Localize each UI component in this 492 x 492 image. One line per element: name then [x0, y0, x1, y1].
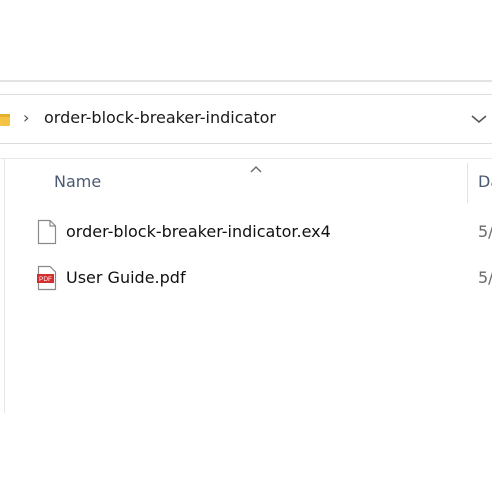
column-header-name[interactable]: Name: [54, 171, 101, 193]
file-date-modified: 5/: [478, 222, 492, 241]
breadcrumb-current-folder[interactable]: order-block-breaker-indicator: [44, 107, 276, 129]
file-row[interactable]: order-block-breaker-indicator.ex4 5/: [30, 215, 492, 251]
sort-ascending-icon: [249, 159, 263, 173]
file-list-view: Name Da order-block-breaker-indicator.ex…: [0, 158, 492, 492]
column-divider[interactable]: [467, 163, 468, 203]
generic-file-icon: [37, 219, 57, 245]
file-date-modified: 5/: [478, 268, 492, 287]
pdf-file-icon: PDF: [37, 265, 57, 291]
file-row[interactable]: PDF User Guide.pdf 5/: [30, 261, 492, 297]
file-explorer-window: › order-block-breaker-indicator Name Da: [0, 0, 492, 492]
column-header-date[interactable]: Da: [478, 171, 492, 193]
navigation-pane-edge: [0, 159, 5, 413]
file-name[interactable]: User Guide.pdf: [66, 267, 186, 289]
ribbon-divider: [0, 80, 492, 82]
ribbon-area: [0, 0, 492, 80]
address-bar[interactable]: › order-block-breaker-indicator: [0, 94, 492, 144]
folder-icon: [0, 112, 10, 126]
svg-text:PDF: PDF: [39, 276, 52, 283]
breadcrumb-separator[interactable]: ›: [23, 107, 29, 129]
chevron-down-icon[interactable]: [468, 109, 490, 129]
file-name[interactable]: order-block-breaker-indicator.ex4: [66, 221, 331, 243]
